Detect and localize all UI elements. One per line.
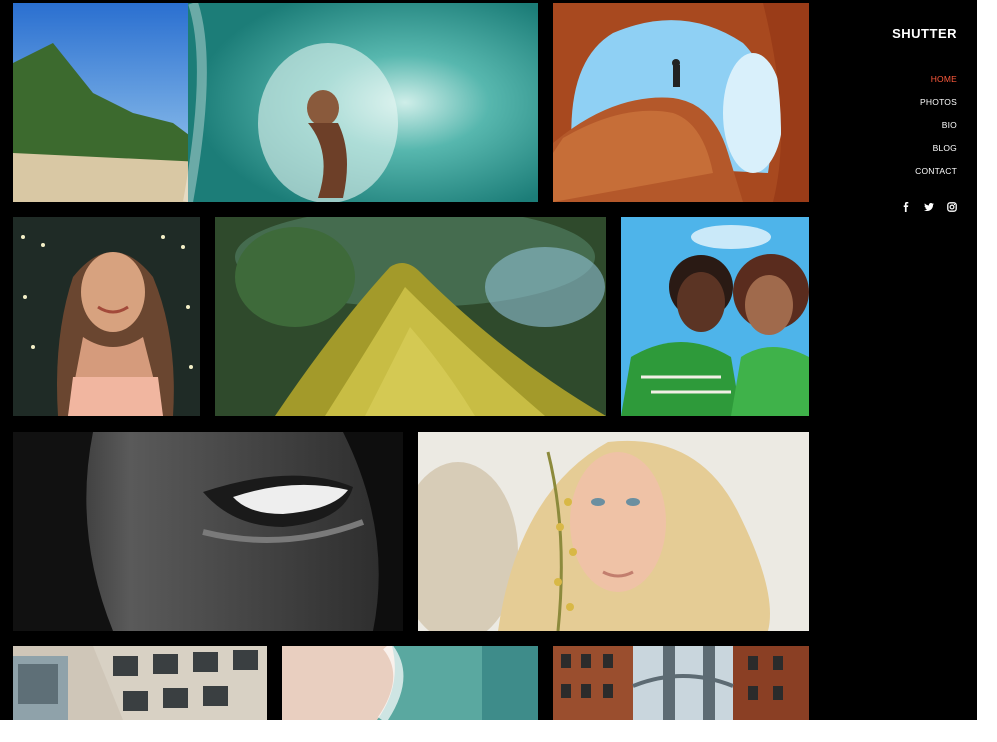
photo-ocean-aerial[interactable]: [282, 646, 538, 720]
main-nav: HOME PHOTOS BIO BLOG CONTACT: [915, 68, 957, 183]
photo-building-facade[interactable]: [13, 646, 267, 720]
photo-smile-closeup-bw[interactable]: [13, 432, 403, 631]
photo-surfer-wave[interactable]: [13, 3, 538, 202]
nav-photos[interactable]: PHOTOS: [915, 91, 957, 114]
nav-home[interactable]: HOME: [915, 68, 957, 91]
sidebar: SHUTTER HOME PHOTOS BIO BLOG CONTACT: [810, 0, 977, 720]
social-links: [901, 202, 957, 212]
instagram-icon[interactable]: [947, 202, 957, 212]
photo-blonde-woman-flowers[interactable]: [418, 432, 809, 631]
photo-two-women-smiling[interactable]: [621, 217, 809, 416]
photo-mossy-tree-trunk[interactable]: [215, 217, 606, 416]
nav-bio[interactable]: BIO: [915, 114, 957, 137]
site-logo[interactable]: SHUTTER: [892, 26, 957, 41]
facebook-icon[interactable]: [901, 202, 911, 212]
page-frame: SHUTTER HOME PHOTOS BIO BLOG CONTACT: [0, 0, 977, 720]
photo-rock-arch[interactable]: [553, 3, 809, 202]
photo-woman-string-lights[interactable]: [13, 217, 200, 416]
nav-contact[interactable]: CONTACT: [915, 160, 957, 183]
nav-blog[interactable]: BLOG: [915, 137, 957, 160]
twitter-icon[interactable]: [924, 202, 934, 212]
photo-bridge-street[interactable]: [553, 646, 809, 720]
